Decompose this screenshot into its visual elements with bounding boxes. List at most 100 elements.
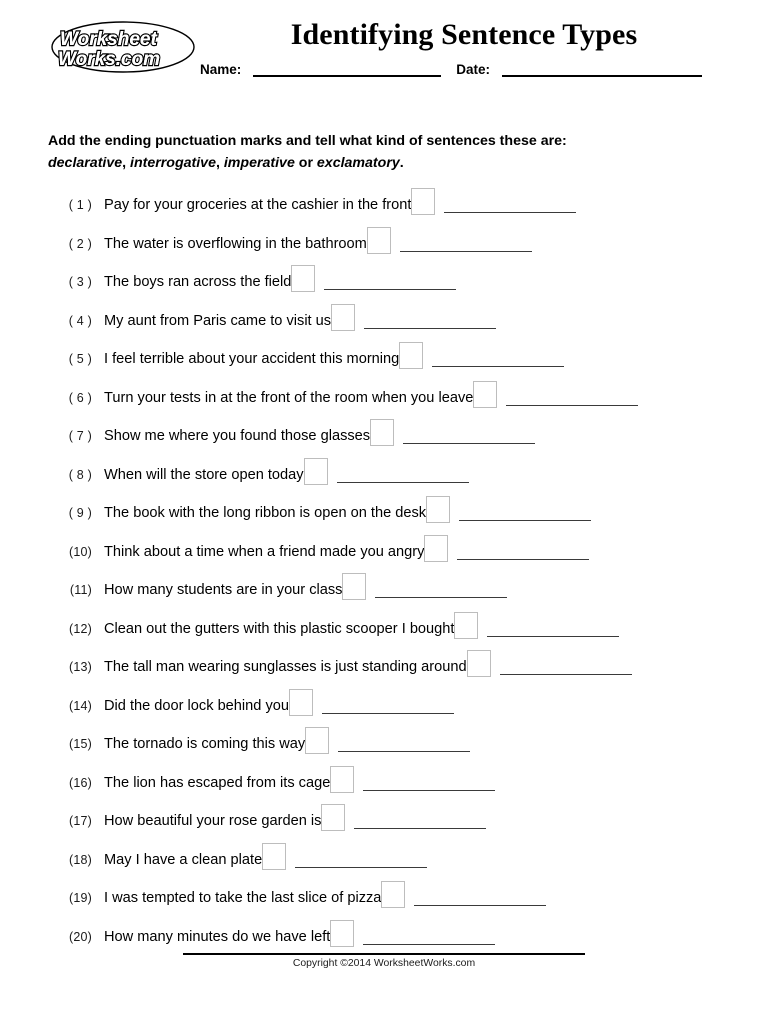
sentence-type-answer-line[interactable]	[487, 620, 620, 637]
name-input[interactable]	[253, 62, 442, 77]
problem-row: (17) How beautiful your rose garden is	[48, 804, 728, 843]
separator-2: ,	[215, 155, 224, 171]
problem-sentence: How many minutes do we have left	[104, 928, 331, 945]
sentence-type-answer-line[interactable]	[338, 735, 471, 752]
problem-row: ( 9 ) The book with the long ribbon is op…	[48, 496, 728, 535]
problem-sentence: When will the store open today	[104, 466, 304, 483]
punctuation-box[interactable]	[342, 573, 367, 600]
date-input[interactable]	[502, 62, 703, 77]
punctuation-box[interactable]	[399, 342, 424, 369]
problem-row: (13) The tall man wearing sunglasses is j…	[48, 650, 728, 689]
problem-number: ( 6 )	[68, 390, 92, 405]
problem-body: The lion has escaped from its cage	[92, 765, 496, 793]
sentence-type-answer-line[interactable]	[506, 389, 639, 406]
punctuation-box[interactable]	[330, 919, 355, 947]
punctuation-box[interactable]	[303, 457, 328, 485]
sentence-type-answer-line[interactable]	[321, 697, 454, 714]
problem-row: ( 4 ) My aunt from Paris came to visit us	[48, 303, 728, 343]
sentence-type-answer-line[interactable]	[459, 504, 592, 521]
instructions-line-2: declarative, interrogative, imperative o…	[48, 152, 720, 174]
sentence-type-answer-line[interactable]	[432, 350, 565, 367]
instructions: Add the ending punctuation marks and tel…	[48, 130, 720, 174]
problem-number: (11)	[69, 583, 92, 597]
worksheet-header: Worksheet Worksheet Works.com Works.com …	[48, 0, 720, 114]
punctuation-box[interactable]	[466, 650, 491, 677]
punctuation-box[interactable]	[262, 842, 287, 870]
problem-row: ( 3 ) The boys ran across the field	[48, 265, 728, 304]
problem-body: How many students are in your class	[92, 573, 508, 600]
name-label: Name:	[200, 62, 242, 77]
problem-number: ( 5 )	[68, 352, 92, 366]
problem-sentence: How beautiful your rose garden is	[104, 813, 322, 829]
problem-number: ( 7 )	[68, 429, 92, 443]
problem-sentence: The water is overflowing in the bathroom	[104, 235, 367, 252]
punctuation-box[interactable]	[473, 380, 498, 408]
problem-sentence: The lion has escaped from its cage	[104, 774, 331, 791]
punctuation-box[interactable]	[454, 611, 479, 639]
problem-number: ( 4 )	[68, 313, 92, 328]
problem-body: When will the store open today	[92, 457, 469, 485]
sentence-type-answer-line[interactable]	[364, 312, 497, 329]
problem-body: My aunt from Paris came to visit us	[92, 303, 497, 331]
problem-body: Turn your tests in at the front of the r…	[92, 380, 639, 408]
sentence-type-answer-line[interactable]	[295, 851, 428, 868]
problem-sentence: The boys ran across the field	[104, 274, 292, 290]
copyright-notice: Copyright ©2014 WorksheetWorks.com	[292, 958, 476, 969]
problem-row: (14) Did the door lock behind you	[48, 688, 728, 728]
problem-sentence: Show me where you found those glasses	[104, 428, 371, 444]
problem-body: How beautiful your rose garden is	[92, 804, 487, 831]
problem-number: (12)	[68, 621, 92, 636]
sentence-type-answer-line[interactable]	[324, 273, 457, 290]
punctuation-box[interactable]	[381, 881, 406, 908]
problem-row: (16) The lion has escaped from its cage	[48, 765, 728, 805]
sentence-type-answer-line[interactable]	[354, 812, 487, 829]
punctuation-box[interactable]	[411, 188, 436, 215]
problem-number: (19)	[68, 891, 92, 905]
problem-body: Did the door lock behind you	[92, 688, 454, 716]
problem-number: (14)	[68, 698, 92, 713]
problem-number: (18)	[68, 852, 92, 867]
problem-sentence: My aunt from Paris came to visit us	[104, 312, 332, 329]
punctuation-box[interactable]	[291, 265, 316, 292]
problem-number: ( 8 )	[68, 467, 92, 482]
problem-number: ( 2 )	[68, 236, 92, 251]
punctuation-box[interactable]	[330, 765, 355, 793]
sentence-type-answer-line[interactable]	[457, 543, 590, 560]
problem-body: Think about a time when a friend made yo…	[92, 534, 590, 562]
svg-text:Works.com: Works.com	[58, 49, 160, 70]
sentence-type-answer-line[interactable]	[499, 658, 632, 675]
problem-number: ( 9 )	[68, 506, 92, 520]
problem-sentence: May I have a clean plate	[104, 851, 263, 868]
sentence-type-answer-line[interactable]	[363, 928, 496, 945]
sentence-type-answer-line[interactable]	[444, 196, 577, 213]
sentence-type-answer-line[interactable]	[414, 889, 547, 906]
problem-sentence: The book with the long ribbon is open on…	[104, 505, 427, 521]
page-title: Identifying Sentence Types	[290, 18, 638, 51]
sentence-type-answer-line[interactable]	[399, 235, 532, 252]
sentence-type-imperative: imperative	[223, 155, 295, 171]
punctuation-box[interactable]	[321, 804, 346, 831]
problem-number: (13)	[68, 660, 92, 674]
sentence-type-answer-line[interactable]	[403, 427, 536, 444]
problem-row: ( 5 ) I feel terrible about your accident…	[48, 342, 728, 381]
punctuation-box[interactable]	[424, 534, 449, 562]
punctuation-box[interactable]	[366, 226, 391, 254]
sentence-type-answer-line[interactable]	[375, 581, 508, 598]
problem-row: ( 6 ) Turn your tests in at the front of …	[48, 380, 728, 420]
problem-body: I feel terrible about your accident this…	[92, 342, 565, 369]
sentence-type-answer-line[interactable]	[336, 466, 469, 483]
problem-row: (11) How many students are in your class	[48, 573, 728, 612]
problem-sentence: Think about a time when a friend made yo…	[104, 543, 425, 560]
problem-sentence: Pay for your groceries at the cashier in…	[104, 197, 412, 213]
name-date-row: Name: Date:	[200, 62, 720, 77]
sentence-type-interrogative: interrogative	[130, 155, 216, 171]
punctuation-box[interactable]	[305, 727, 330, 754]
footer-divider	[183, 953, 585, 955]
punctuation-box[interactable]	[370, 419, 395, 446]
problem-sentence: Turn your tests in at the front of the r…	[104, 389, 474, 406]
punctuation-box[interactable]	[331, 303, 356, 331]
punctuation-box[interactable]	[426, 496, 451, 523]
punctuation-box[interactable]	[288, 688, 313, 716]
problem-sentence: I was tempted to take the last slice of …	[104, 890, 382, 906]
sentence-type-answer-line[interactable]	[363, 774, 496, 791]
